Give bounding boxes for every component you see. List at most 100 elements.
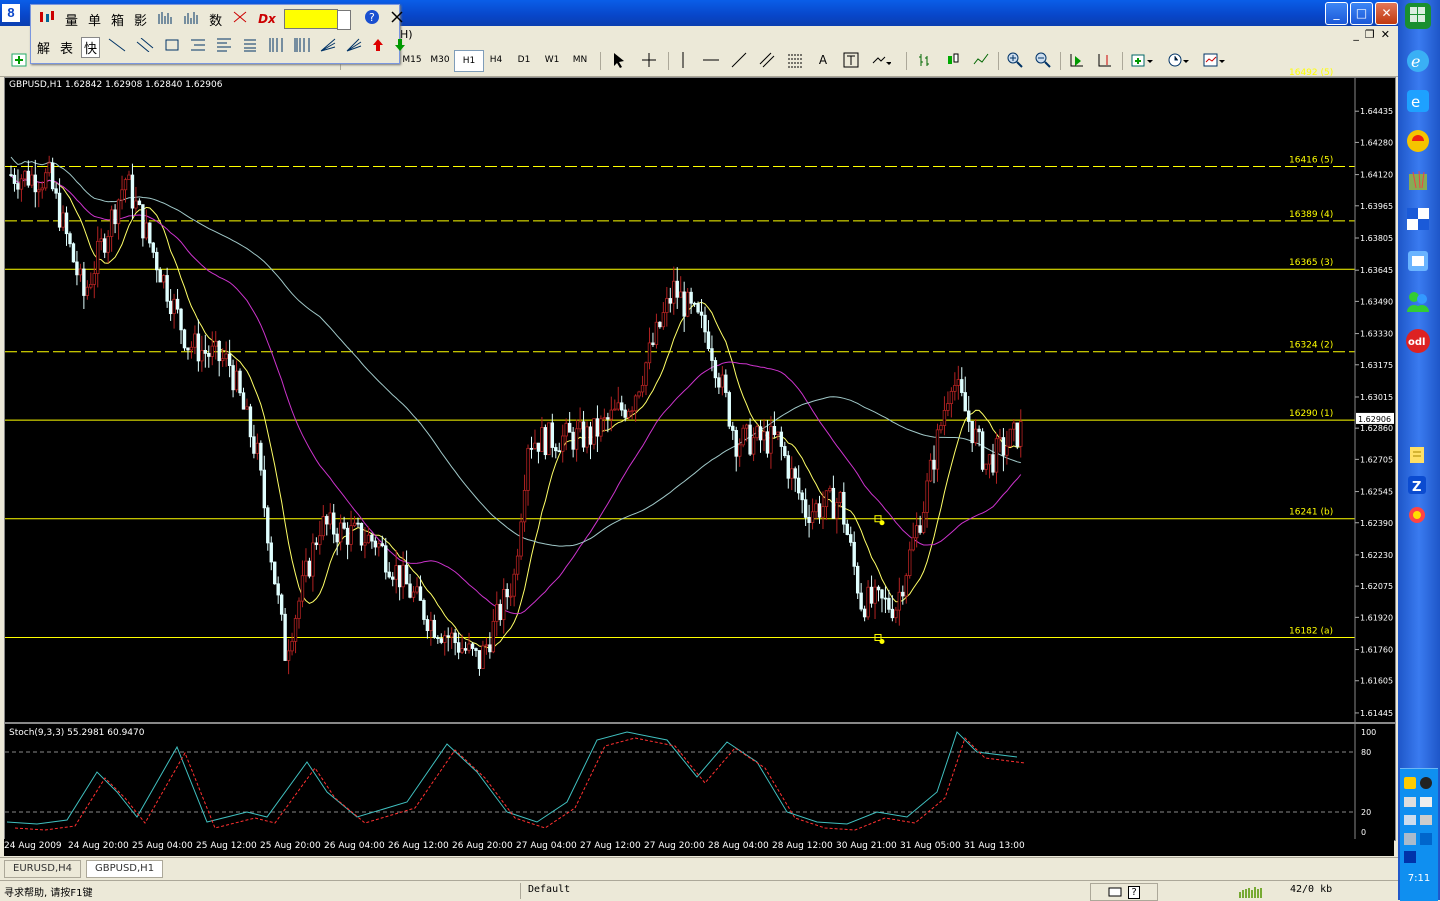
timeframe-w1-button[interactable]: W1 [538, 50, 566, 70]
arrow-up-icon[interactable] [370, 38, 386, 56]
tray-app4-icon[interactable] [1420, 833, 1432, 845]
tab-gbpusd-h1[interactable]: GBPUSD,H1 [86, 860, 164, 878]
arrow-down-icon[interactable] [392, 38, 408, 56]
periods-clock-icon[interactable] [1164, 50, 1192, 70]
tray-qq-icon[interactable] [1420, 777, 1432, 789]
box-button[interactable]: 箱 [109, 10, 126, 29]
dx-icon[interactable]: Dx [256, 12, 278, 26]
tray-network-icon[interactable] [1404, 797, 1416, 807]
candlestick-icon[interactable] [942, 50, 964, 70]
candle-body [328, 512, 332, 525]
timeframe-h1-button[interactable]: H1 [454, 50, 484, 72]
candle-body [894, 609, 898, 619]
parallel-lines-icon[interactable] [134, 37, 156, 56]
candle-body [536, 442, 541, 452]
chart-shift-icon[interactable] [1094, 50, 1116, 70]
fibonacci-icon[interactable] [784, 50, 806, 70]
notes-icon[interactable] [1405, 444, 1429, 466]
paint-icon[interactable] [1405, 168, 1431, 194]
quick-button[interactable]: 快 [81, 36, 101, 58]
arrows-dropdown-icon[interactable] [868, 50, 894, 70]
candle-body [1008, 428, 1013, 447]
tray-app-icon[interactable] [1404, 815, 1416, 825]
zoom-in-icon[interactable] [1004, 50, 1026, 70]
crosshair-icon[interactable] [638, 50, 660, 70]
histogram-icon[interactable] [155, 10, 175, 28]
volume-button[interactable]: 量 [63, 10, 80, 29]
shadow-button[interactable]: 影 [132, 10, 149, 29]
fib-levels-icon[interactable] [188, 38, 208, 56]
table-button[interactable]: 表 [58, 38, 75, 57]
candle-body [585, 426, 589, 448]
color-picker-dropdown[interactable] [283, 9, 351, 30]
tray-app5-icon[interactable] [1404, 851, 1416, 863]
window-app-icon[interactable] [1405, 248, 1431, 274]
status-help-icon[interactable]: ? [1127, 885, 1141, 899]
tab-eurusd-h4[interactable]: EURUSD,H4 [4, 860, 82, 878]
timeframe-mn-button[interactable]: MN [566, 50, 594, 70]
candle-body [807, 516, 811, 523]
candle-body [623, 409, 627, 418]
histogram-alt-icon[interactable] [181, 10, 201, 28]
stochastic-panel[interactable]: 100 80 20 0 Stoch(9,3,3) 55.2981 60.9470 [4, 723, 1396, 841]
minimize-button[interactable]: _ [1325, 2, 1348, 25]
rectangle-icon[interactable] [162, 38, 182, 56]
candle-body [61, 212, 65, 228]
fan-lines-icon[interactable] [344, 38, 364, 56]
new-chart-icon[interactable] [8, 50, 32, 70]
indicators-icon[interactable] [1128, 50, 1156, 70]
cursor-icon[interactable] [608, 50, 630, 70]
app-swirl-icon[interactable] [1405, 504, 1429, 526]
app-z-icon[interactable]: Z [1405, 474, 1429, 496]
ie-blue-icon[interactable]: e [1405, 88, 1431, 114]
candles-toggle-icon[interactable] [35, 9, 57, 29]
app-red-icon[interactable] [1405, 128, 1431, 154]
mdi-minimize-button[interactable]: _ [1353, 28, 1359, 41]
cross-out-icon[interactable] [230, 10, 250, 28]
mdi-restore-button[interactable]: ❐ [1365, 28, 1375, 41]
tray-volume-icon[interactable] [1420, 797, 1432, 807]
candle-body [30, 174, 34, 186]
line-tool-icon[interactable] [106, 38, 128, 56]
fib-expansion-icon[interactable] [240, 38, 260, 56]
ie-icon[interactable]: e [1405, 48, 1431, 74]
tray-shield-icon[interactable] [1404, 777, 1416, 789]
fib-extension-icon[interactable] [214, 38, 234, 56]
zoom-out-icon[interactable] [1032, 50, 1054, 70]
auto-scroll-icon[interactable] [1066, 50, 1088, 70]
horizontal-line-icon[interactable] [700, 50, 722, 70]
price-chart[interactable]: 16416 (5) 16389 (4) 16365 (3) 16324 (2) 1629… [4, 68, 1396, 723]
text-tool-icon[interactable]: A [812, 50, 834, 70]
start-button-icon[interactable] [1405, 3, 1431, 29]
timeframe-d1-button[interactable]: D1 [510, 50, 538, 70]
close-button[interactable]: ✕ [1375, 2, 1398, 25]
candle-body [363, 542, 367, 546]
help-circle-icon[interactable]: ? [362, 9, 382, 29]
candle-body [151, 242, 155, 253]
mdi-close-button[interactable]: ✕ [1381, 28, 1390, 41]
messenger-icon[interactable] [1405, 288, 1431, 314]
candle-body [692, 302, 697, 305]
tray-clock[interactable]: 7:11 [1400, 873, 1438, 884]
app-checker-icon[interactable] [1405, 206, 1431, 232]
vertical-line-icon[interactable] [676, 50, 690, 70]
timeframe-m30-button[interactable]: M30 [426, 50, 454, 70]
templates-icon[interactable] [1200, 50, 1228, 70]
bar-chart-icon[interactable] [914, 50, 936, 70]
close-floating-icon[interactable] [388, 10, 406, 28]
gann-fan-icon[interactable] [318, 38, 338, 56]
text-label-icon[interactable] [840, 50, 862, 70]
single-button[interactable]: 单 [86, 10, 103, 29]
trendline-icon[interactable] [728, 50, 750, 70]
time-zones-icon[interactable] [292, 38, 312, 56]
tray-app2-icon[interactable] [1420, 815, 1432, 825]
solve-button[interactable]: 解 [35, 38, 52, 57]
line-chart-icon[interactable] [970, 50, 992, 70]
numbers-button[interactable]: 数 [207, 10, 224, 29]
cycle-lines-icon[interactable] [266, 38, 286, 56]
maximize-button[interactable]: □ [1350, 2, 1373, 25]
channel-icon[interactable] [756, 50, 778, 70]
timeframe-h4-button[interactable]: H4 [482, 50, 510, 70]
tray-app3-icon[interactable] [1404, 833, 1416, 845]
odi-app-icon[interactable]: odl [1405, 328, 1431, 354]
